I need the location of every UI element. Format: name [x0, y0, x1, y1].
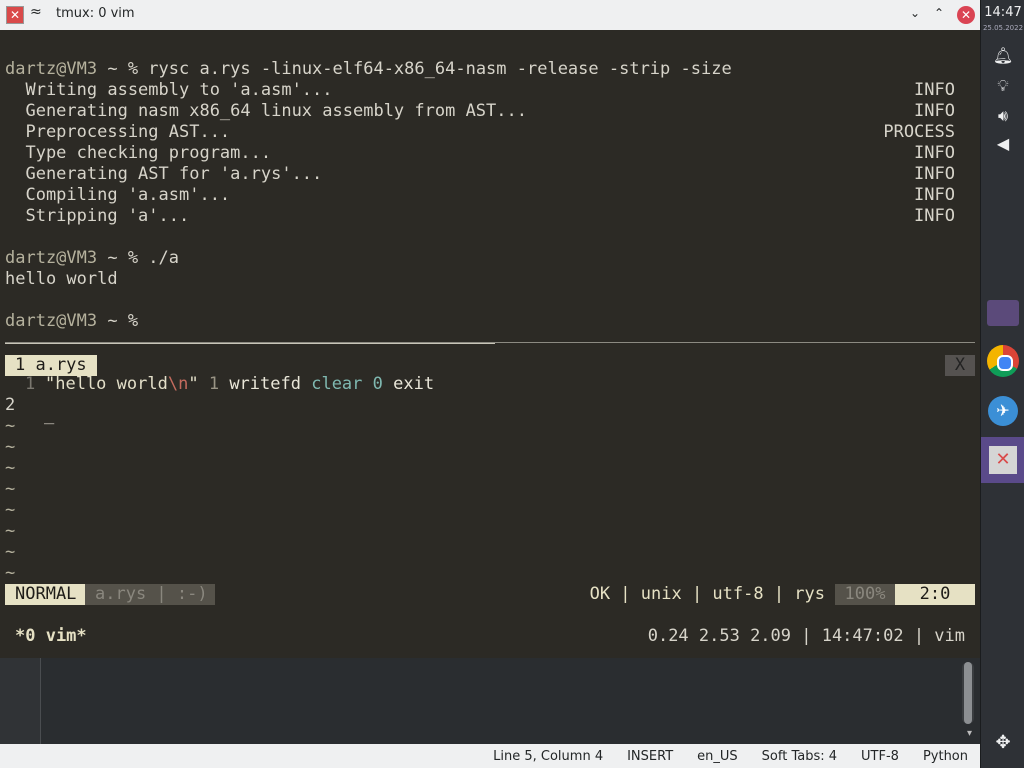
- window-titlebar[interactable]: ✕ ≈ tmux: 0 vim ⌄ ⌃ ✕: [0, 0, 980, 30]
- tmux-window-tab[interactable]: *0 vim*: [15, 626, 87, 647]
- vim-cursor-position: 2:0: [895, 584, 975, 605]
- log-tag: INFO: [914, 164, 955, 184]
- terminal-line: dartz@VM3 ~ % rysc a.rys -linux-elf64-x8…: [5, 59, 732, 80]
- panel-clock[interactable]: 14:47: [981, 5, 1024, 20]
- tab-settings[interactable]: Soft Tabs: 4: [750, 749, 849, 764]
- cursor-position[interactable]: Line 5, Column 4: [481, 749, 615, 764]
- empty-line-marker: ~: [5, 500, 16, 520]
- log-tag: PROCESS: [883, 122, 955, 142]
- minimize-button[interactable]: ⌄: [910, 6, 920, 20]
- empty-line-marker: ~: [5, 542, 16, 562]
- scrollbar-thumb[interactable]: [964, 662, 972, 724]
- text-cursor: _: [44, 405, 55, 425]
- window-title: tmux: 0 vim: [56, 6, 135, 21]
- prompt-user: dartz@VM3: [5, 311, 98, 331]
- folder-task-icon[interactable]: [987, 300, 1019, 326]
- command-text: ~ % ./a: [97, 248, 180, 268]
- log-tag: INFO: [914, 143, 955, 163]
- code-number: 1: [208, 374, 220, 394]
- empty-line-marker: ~: [5, 416, 16, 436]
- vim-file-status: OK | unix | utf-8 | rys: [589, 584, 825, 604]
- empty-line-marker: ~: [5, 437, 16, 457]
- vim-tab-active[interactable]: 1 a.rys: [5, 355, 97, 376]
- log-line: Generating AST for 'a.rys'...: [5, 164, 323, 184]
- code-word: writefd: [229, 374, 301, 394]
- terminal-area[interactable]: dartz@VM3 ~ % rysc a.rys -linux-elf64-x8…: [0, 30, 980, 658]
- vim-scroll-percent: 100%: [835, 584, 895, 605]
- code-string-end: ": [188, 374, 199, 394]
- log-tag: INFO: [914, 206, 955, 226]
- code-escape: \n: [167, 374, 189, 394]
- editor-scrollbar[interactable]: [962, 662, 974, 724]
- encoding[interactable]: UTF-8: [849, 749, 911, 764]
- prompt-user: dartz@VM3: [5, 248, 98, 268]
- terminal-line: dartz@VM3 ~ %: [5, 311, 138, 332]
- scroll-down-arrow-icon[interactable]: ▾: [967, 728, 972, 739]
- panel-date: 25.05.2022: [982, 24, 1024, 32]
- line-number-current: 2: [5, 395, 16, 415]
- empty-line-marker: ~: [5, 458, 16, 478]
- code-number: 0: [372, 374, 383, 394]
- close-button[interactable]: ✕: [957, 6, 975, 24]
- terminal-line: dartz@VM3 ~ % ./a: [5, 248, 179, 269]
- app-task-icon[interactable]: ✈: [988, 396, 1018, 426]
- code-word: exit: [393, 374, 435, 394]
- move-icon[interactable]: ✥: [981, 732, 1024, 753]
- language-mode[interactable]: Python: [911, 749, 980, 764]
- empty-line-marker: ~: [5, 563, 16, 583]
- vim-statusline: NORMAL a.rys | :-) OK | unix | utf-8 | r…: [5, 584, 975, 605]
- speaker-icon[interactable]: 🔊︎: [981, 106, 1024, 126]
- log-line: Stripping 'a'...: [5, 206, 190, 226]
- code-line[interactable]: "hello world\n" 1 writefd clear 0 exit: [45, 374, 434, 395]
- log-line: Type checking program...: [5, 143, 272, 163]
- bell-icon[interactable]: 🔔︎: [981, 46, 1024, 65]
- arrow-left-icon[interactable]: ◀: [981, 134, 1024, 153]
- system-panel: 14:47 25.05.2022 🔔︎ 💡︎ 🔊︎ ◀ ✈ ✕ ✥: [980, 0, 1024, 768]
- editor-status-bar: Line 5, Column 4 INSERT en_US Soft Tabs:…: [0, 744, 980, 768]
- code-word: clear: [311, 374, 363, 394]
- prompt-user: dartz@VM3: [5, 59, 98, 79]
- pane-divider-active: [5, 343, 495, 344]
- pin-icon[interactable]: ≈: [30, 4, 42, 20]
- vim-file-info: a.rys | :-): [85, 584, 215, 605]
- maximize-button[interactable]: ⌃: [934, 6, 944, 20]
- log-tag: INFO: [914, 80, 955, 100]
- command-text: ~ % rysc a.rys -linux-elf64-x86_64-nasm …: [97, 59, 732, 79]
- program-output: hello world: [5, 269, 118, 289]
- chrome-center: [997, 355, 1013, 371]
- app-icon[interactable]: ✕: [6, 6, 24, 24]
- terminal-task-icon[interactable]: ✕: [989, 446, 1017, 474]
- vim-tab-close-button[interactable]: X: [945, 355, 975, 376]
- log-line: Writing assembly to 'a.asm'...: [5, 80, 333, 100]
- locale[interactable]: en_US: [685, 749, 750, 764]
- command-text: ~ %: [97, 311, 139, 331]
- empty-line-marker: ~: [5, 479, 16, 499]
- code-string: "hello world: [45, 374, 168, 394]
- bulb-icon[interactable]: 💡︎: [981, 76, 1024, 96]
- editor-gutter: [0, 658, 41, 744]
- log-line: Preprocessing AST...: [5, 122, 231, 142]
- log-tag: INFO: [914, 101, 955, 121]
- tmux-status-right: 0.24 2.53 2.09 | 14:47:02 | vim: [647, 626, 965, 646]
- vim-tabline: 1 a.rys X: [5, 355, 975, 376]
- tmux-status-bar: *0 vim* 0.24 2.53 2.09 | 14:47:02 | vim: [5, 626, 965, 647]
- log-tag: INFO: [914, 185, 955, 205]
- input-mode[interactable]: INSERT: [615, 749, 685, 764]
- log-line: Compiling 'a.asm'...: [5, 185, 231, 205]
- vim-mode: NORMAL: [5, 584, 87, 605]
- log-line: Generating nasm x86_64 linux assembly fr…: [5, 101, 527, 121]
- empty-line-marker: ~: [5, 521, 16, 541]
